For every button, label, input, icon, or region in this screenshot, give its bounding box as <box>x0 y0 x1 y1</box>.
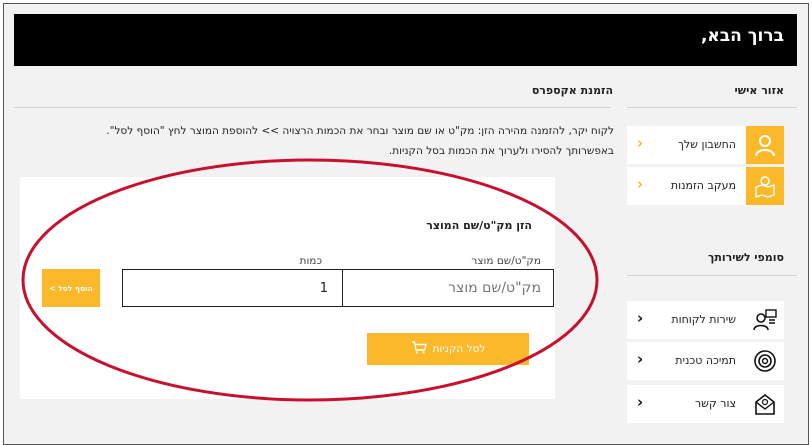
shopping-cart-icon <box>411 341 427 357</box>
divider <box>627 107 797 108</box>
order-row: הוסף לסל > <box>42 269 554 307</box>
sidebar-item-account[interactable]: החשבון שלך ‹ <box>627 126 784 164</box>
form-heading: הזן מק"ט/שם המוצר <box>426 219 532 232</box>
user-icon <box>746 126 784 164</box>
sku-label: מק"ט/שם מוצר <box>471 255 541 267</box>
express-order-heading: הזמנת אקספרס <box>531 84 613 97</box>
customer-service-icon <box>746 301 784 339</box>
intro-text: לקוח יקר, להזמנה מהירה הזן: מק"ט או שם מ… <box>18 121 614 161</box>
personal-area-heading: אזור אישי <box>734 84 784 97</box>
sidebar-item-label: תמיכה טכנית <box>675 354 736 367</box>
divider <box>14 107 611 108</box>
express-order-card: הזן מק"ט/שם המוצר מק"ט/שם מוצר כמות הוסף… <box>20 177 555 399</box>
map-tracking-icon <box>746 167 784 205</box>
sidebar-item-tech-support[interactable]: תמיכה טכנית ‹ <box>627 342 784 380</box>
intro-line: לקוח יקר, להזמנה מהירה הזן: מק"ט או שם מ… <box>106 125 614 137</box>
go-to-cart-button[interactable]: לסל הקניות <box>367 333 529 365</box>
sidebar-item-label: צור קשר <box>694 397 736 410</box>
chevron-left-icon: ‹ <box>637 175 643 193</box>
sku-input[interactable] <box>342 269 554 307</box>
sidebar-item-contact[interactable]: צור קשר ‹ <box>627 385 784 423</box>
chevron-left-icon: ‹ <box>637 309 644 327</box>
welcome-title: ברוך הבא, <box>700 26 784 46</box>
chevron-left-icon: ‹ <box>637 134 643 152</box>
sidebar-item-customer-service[interactable]: שירות לקוחות ‹ <box>627 301 784 339</box>
quantity-input[interactable] <box>122 269 342 307</box>
intro-line: באפשרותך להסירו ולערוך את הכמות בסל הקני… <box>388 145 614 157</box>
divider <box>627 275 797 276</box>
header-bar: ברוך הבא, <box>14 14 797 66</box>
service-heading: סומפי לשירותך <box>707 251 784 264</box>
settings-support-icon <box>746 342 784 380</box>
sidebar-item-label: שירות לקוחות <box>671 313 736 326</box>
sidebar-item-label: מעקב הזמנות <box>670 179 736 192</box>
chevron-left-icon: ‹ <box>637 393 644 411</box>
add-to-cart-button[interactable]: הוסף לסל > <box>42 269 100 307</box>
sidebar-item-order-tracking[interactable]: מעקב הזמנות ‹ <box>627 167 784 205</box>
cart-button-label: לסל הקניות <box>432 343 486 355</box>
quantity-label: כמות <box>299 255 322 267</box>
envelope-contact-icon <box>746 385 784 423</box>
sidebar-item-label: החשבון שלך <box>678 138 736 151</box>
chevron-left-icon: ‹ <box>637 350 644 368</box>
